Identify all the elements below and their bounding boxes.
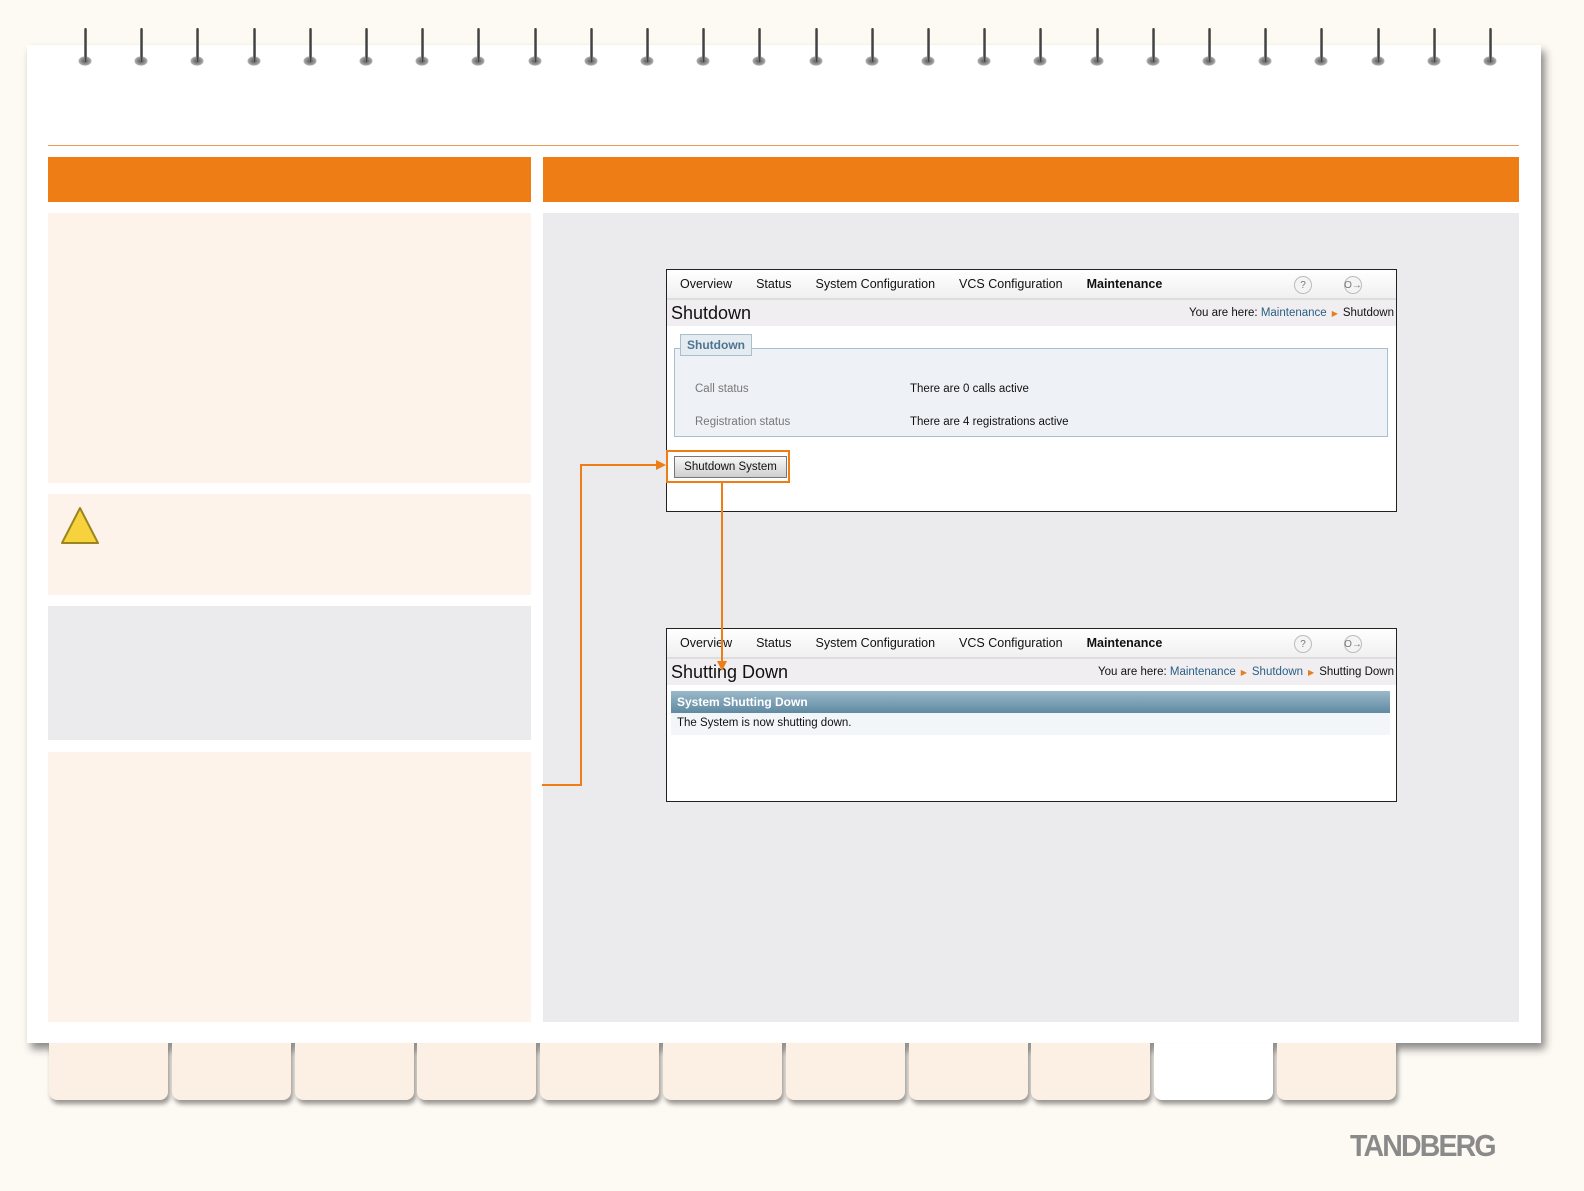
spiral-ring	[415, 28, 430, 66]
section-tab[interactable]	[1031, 1043, 1151, 1100]
top-nav: Overview Status System Configuration VCS…	[667, 270, 1396, 300]
nav-overview[interactable]: Overview	[680, 277, 732, 291]
section-tab-active[interactable]	[1154, 1043, 1274, 1100]
section-tab[interactable]	[1277, 1043, 1396, 1100]
nav-vcs-configuration[interactable]: VCS Configuration	[959, 277, 1063, 291]
spiral-ring	[1033, 28, 1048, 66]
callout-arrows	[542, 460, 727, 786]
spiral-ring	[1314, 28, 1329, 66]
breadcrumb: You are here: Maintenance ▶ Shutdown ▶ Shutt…	[1098, 666, 1394, 678]
nav-status[interactable]: Status	[756, 277, 791, 291]
spiral-ring	[1089, 28, 1104, 66]
nav-vcs-configuration[interactable]: VCS Configuration	[959, 636, 1063, 650]
right-header-bar	[543, 157, 1519, 202]
status-message: The System is now shutting down.	[671, 713, 1390, 735]
section-tab[interactable]	[417, 1043, 537, 1100]
section-tab[interactable]	[540, 1043, 660, 1100]
breadcrumb: You are here: Maintenance ▶ Shutdown	[1188, 307, 1394, 319]
spiral-ring	[921, 28, 935, 66]
spiral-ring	[696, 28, 711, 66]
breadcrumb-prefix: You are here:	[1188, 307, 1258, 319]
logout-icon[interactable]: O→	[1344, 635, 1362, 653]
spiral-ring	[471, 28, 486, 66]
spiral-ring	[78, 28, 92, 66]
nav-system-configuration[interactable]: System Configuration	[816, 277, 936, 291]
tandberg-logo: TANDBERG	[1350, 1128, 1497, 1163]
section-tab[interactable]	[49, 1043, 168, 1100]
spiral-ring	[190, 28, 205, 66]
section-tab[interactable]	[663, 1043, 782, 1100]
nav-maintenance[interactable]: Maintenance	[1087, 636, 1163, 650]
nav-status[interactable]: Status	[756, 636, 791, 650]
shutdown-fieldset: Call status There are 0 calls active Reg…	[674, 348, 1388, 437]
spiral-ring	[1483, 28, 1497, 66]
spiral-ring	[864, 28, 879, 66]
page-title: Shutdown	[671, 303, 752, 323]
breadcrumb-current: Shutting Down	[1319, 666, 1394, 678]
spiral-ring	[1145, 28, 1160, 66]
spiral-ring	[640, 28, 654, 66]
breadcrumb-current: Shutdown	[1342, 307, 1394, 319]
spiral-ring	[302, 28, 317, 66]
header-rule	[48, 145, 1519, 146]
breadcrumb-maintenance[interactable]: Maintenance	[1261, 307, 1327, 319]
spiral-ring	[583, 28, 598, 66]
left-panel-2	[48, 752, 531, 1022]
section-tab[interactable]	[171, 1043, 291, 1100]
spiral-ring	[134, 28, 149, 66]
call-status-label: Call status	[695, 383, 749, 395]
spiral-ring	[527, 28, 542, 66]
call-status-value: There are 0 calls active	[910, 383, 1029, 395]
section-tab: Shutdown	[680, 334, 752, 356]
warning-panel	[48, 494, 531, 595]
breadcrumb-prefix: You are here:	[1098, 666, 1167, 678]
breadcrumb-shutdown[interactable]: Shutdown	[1252, 666, 1303, 678]
spiral-ring	[1258, 28, 1273, 66]
section-tab[interactable]	[785, 1043, 905, 1100]
top-nav: Overview Status System Configuration VCS…	[667, 629, 1396, 659]
spiral-ring	[752, 28, 767, 66]
registration-status-label: Registration status	[695, 416, 791, 428]
section-header: System Shutting Down	[671, 691, 1390, 713]
warning-icon	[61, 507, 99, 544]
spiral-ring	[1370, 28, 1385, 66]
left-header-bar	[48, 157, 531, 202]
breadcrumb-maintenance[interactable]: Maintenance	[1170, 666, 1236, 678]
section-tab[interactable]	[908, 1043, 1028, 1100]
spiral-ring	[1426, 28, 1441, 66]
help-icon[interactable]: ?	[1294, 276, 1312, 294]
shutting-down-screen: Overview Status System Configuration VCS…	[666, 628, 1397, 802]
section-tab[interactable]	[294, 1043, 414, 1100]
spiral-ring	[246, 28, 261, 66]
left-panel-grey	[48, 606, 531, 740]
spiral-ring	[359, 28, 373, 66]
registration-status-value: There are 4 registrations active	[910, 416, 1069, 428]
nav-system-configuration[interactable]: System Configuration	[816, 636, 936, 650]
logout-icon[interactable]: O→	[1344, 276, 1362, 294]
spiral-ring	[977, 28, 992, 66]
spiral-ring	[808, 28, 823, 66]
spiral-ring	[1202, 28, 1216, 66]
nav-maintenance[interactable]: Maintenance	[1087, 277, 1163, 291]
left-panel-1	[48, 213, 531, 483]
help-icon[interactable]: ?	[1294, 635, 1312, 653]
